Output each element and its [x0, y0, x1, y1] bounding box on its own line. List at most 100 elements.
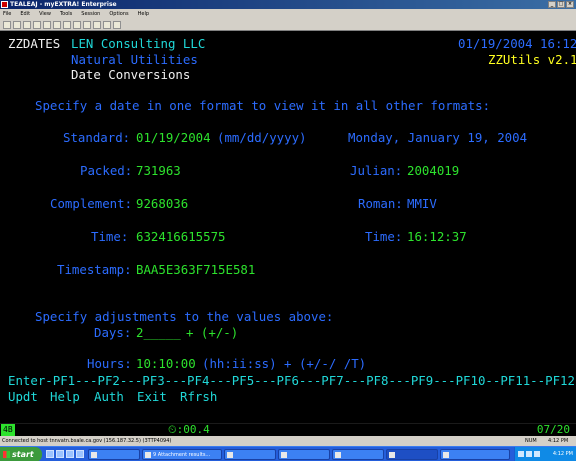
- quicklaunch-outlook-icon[interactable]: [66, 450, 74, 458]
- windows-logo-icon: [3, 451, 10, 458]
- help-icon[interactable]: [113, 21, 121, 29]
- maximize-icon[interactable]: □: [557, 1, 565, 8]
- app-icon: [1, 1, 8, 8]
- quicklaunch-ie-icon[interactable]: [46, 450, 54, 458]
- time-label: Time:: [91, 229, 129, 244]
- disconnect-icon[interactable]: [83, 21, 91, 29]
- macro-icon[interactable]: [103, 21, 111, 29]
- taskbar-item[interactable]: [440, 449, 510, 460]
- window-icon: [281, 452, 287, 458]
- time2-field[interactable]: 16:12:37: [407, 230, 467, 244]
- pf-rfrsh[interactable]: Rfrsh: [180, 390, 217, 404]
- pf-help[interactable]: Help: [50, 390, 80, 404]
- print-icon[interactable]: [33, 21, 41, 29]
- connection-info: Connected to host tnnvatn.bsale.ca.gov (…: [2, 438, 172, 444]
- packed-field[interactable]: 731963: [136, 164, 181, 178]
- window-icon: [443, 452, 449, 458]
- adjust-instruction: Specify adjustments to the values above:: [35, 309, 334, 324]
- screen-title: Date Conversions: [71, 67, 191, 82]
- packed-label: Packed:: [80, 163, 133, 178]
- quicklaunch-explorer-icon[interactable]: [76, 450, 84, 458]
- taskbar: start 9 Attachment results... 4:12 PM: [0, 446, 576, 461]
- pf-key-line: Enter-PF1---PF2---PF3---PF4---PF5---PF6-…: [8, 373, 576, 388]
- network-icon[interactable]: [518, 451, 524, 457]
- start-button[interactable]: start: [0, 447, 42, 461]
- window-titlebar: TEALEAJ - myEXTRA! Enterprise _ □ ×: [0, 0, 576, 9]
- days-field[interactable]: 2_____: [136, 326, 181, 340]
- standard-label: Standard:: [63, 130, 131, 145]
- antivirus-icon[interactable]: [534, 451, 540, 457]
- pf-exit[interactable]: Exit: [137, 390, 167, 404]
- window-icon: [335, 452, 341, 458]
- hours-label: Hours:: [87, 356, 132, 371]
- operator-status-line: 4B ⏲:00.4 07/20: [0, 423, 576, 436]
- settings-icon[interactable]: [93, 21, 101, 29]
- days-label: Days:: [94, 325, 132, 340]
- taskbar-item[interactable]: [224, 449, 276, 460]
- volume-icon[interactable]: [526, 451, 532, 457]
- menu-file[interactable]: File: [3, 9, 11, 19]
- menu-edit[interactable]: Edit: [20, 9, 30, 19]
- pf-updt[interactable]: Updt: [8, 390, 38, 404]
- menu-options[interactable]: Options: [109, 9, 128, 19]
- toolbar: [0, 19, 576, 31]
- taskbar-item-active[interactable]: [386, 449, 438, 460]
- menu-bar: File Edit View Tools Session Options Hel…: [0, 9, 576, 19]
- standard-hint: (mm/dd/yyyy): [217, 130, 307, 145]
- cursor-position: 07/20: [536, 423, 570, 436]
- pf-auth[interactable]: Auth: [94, 390, 124, 404]
- start-label: start: [12, 450, 34, 459]
- save-icon[interactable]: [23, 21, 31, 29]
- long-date: Monday, January 19, 2004: [348, 130, 528, 145]
- cut-icon[interactable]: [43, 21, 51, 29]
- time-field[interactable]: 632416615575: [136, 230, 226, 244]
- days-hint: + (+/-): [186, 325, 239, 340]
- num-lock-indicator: NUM: [525, 438, 537, 444]
- complement-field[interactable]: 9268036: [136, 197, 188, 211]
- hours-field[interactable]: 10:10:00: [136, 357, 196, 371]
- taskbar-item[interactable]: [88, 449, 140, 460]
- menu-help[interactable]: Help: [138, 9, 149, 19]
- window-title: TEALEAJ - myEXTRA! Enterprise: [10, 1, 117, 8]
- time2-label: Time:: [365, 229, 403, 244]
- open-icon[interactable]: [13, 21, 21, 29]
- standard-field[interactable]: 01/19/2004: [136, 131, 211, 145]
- window-icon: [91, 452, 97, 458]
- window-icon: [145, 452, 151, 458]
- quicklaunch-desktop-icon[interactable]: [56, 450, 64, 458]
- instruction-text: Specify a date in one format to view it …: [35, 98, 491, 113]
- terminal-screen[interactable]: ZZDATES LEN Consulting LLC 01/19/2004 16…: [0, 31, 576, 423]
- taskbar-item[interactable]: [278, 449, 330, 460]
- session-mode: 4B: [1, 424, 15, 436]
- roman-value: MMIV: [407, 196, 437, 211]
- julian-field[interactable]: 2004019: [407, 164, 459, 178]
- window-icon: [227, 452, 233, 458]
- company-name: LEN Consulting LLC: [71, 36, 206, 51]
- menu-view[interactable]: View: [39, 9, 51, 19]
- hours-hint: (hh:ii:ss) + (+/-/ /T): [202, 356, 367, 371]
- paste-icon[interactable]: [63, 21, 71, 29]
- taskbar-item[interactable]: 9 Attachment results...: [142, 449, 222, 460]
- system-tray: 4:12 PM: [514, 447, 576, 461]
- menu-session[interactable]: Session: [81, 9, 100, 19]
- program-id: ZZDATES: [8, 36, 61, 51]
- new-session-icon[interactable]: [3, 21, 11, 29]
- subtitle: Natural Utilities: [71, 52, 198, 67]
- close-icon[interactable]: ×: [566, 1, 574, 8]
- window-icon: [389, 452, 395, 458]
- taskbar-item[interactable]: [332, 449, 384, 460]
- elapsed-time: ⏲:00.4: [168, 423, 210, 436]
- roman-label: Roman:: [358, 196, 403, 211]
- window-controls: _ □ ×: [548, 1, 574, 8]
- copy-icon[interactable]: [53, 21, 61, 29]
- connect-icon[interactable]: [73, 21, 81, 29]
- timestamp-field[interactable]: BAA5E363F715E581: [136, 263, 255, 277]
- timestamp-label: Timestamp:: [57, 262, 132, 277]
- julian-label: Julian:: [350, 163, 403, 178]
- product-version: ZZUtils v2.1: [488, 52, 576, 67]
- menu-tools[interactable]: Tools: [60, 9, 72, 19]
- status-time: 4:12 PM: [548, 438, 569, 444]
- complement-label: Complement:: [50, 196, 133, 211]
- taskbar-item-label: 9 Attachment results...: [153, 452, 211, 458]
- minimize-icon[interactable]: _: [548, 1, 556, 8]
